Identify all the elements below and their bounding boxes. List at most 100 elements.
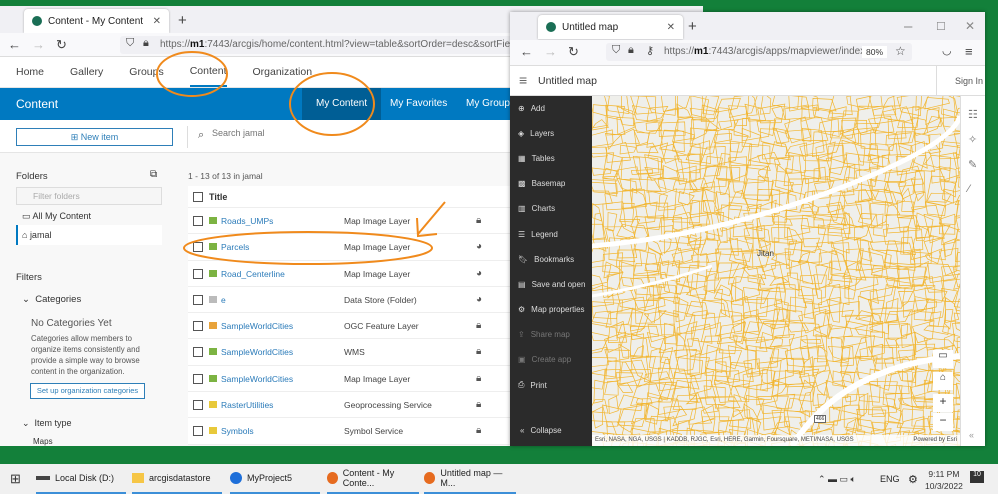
taskbar-myproject5[interactable]: MyProject5: [230, 464, 320, 494]
shield-icon[interactable]: ⛉: [612, 44, 620, 57]
collapse-button[interactable]: « Collapse: [520, 426, 562, 435]
parcel: [645, 96, 676, 116]
parcel: [857, 213, 878, 227]
sign-in-button[interactable]: Sign In: [936, 66, 985, 96]
zoom-out-button[interactable]: −: [933, 413, 953, 431]
home-button[interactable]: ⌂: [933, 372, 953, 390]
sidebar-item-share-map: ⇪ Share map: [518, 330, 570, 339]
parcel: [789, 334, 810, 360]
back-icon[interactable]: ←: [520, 44, 533, 59]
parcel: [771, 226, 795, 244]
parcel: [840, 320, 868, 348]
parcel: [646, 176, 667, 193]
taskbar-arcgisdatastore[interactable]: arcgisdatastore: [132, 464, 222, 494]
screen-toggle-button[interactable]: ▭: [933, 350, 953, 368]
taskbar-label: Untitled map — M...: [440, 468, 503, 488]
hamburger-icon[interactable]: ≡: [519, 72, 527, 88]
parcel: [817, 344, 828, 363]
styles-icon[interactable]: ✎: [968, 158, 977, 171]
parcel: [728, 190, 751, 212]
parcel: [602, 152, 623, 178]
sidebar-item-map-properties[interactable]: ⚙ Map properties: [518, 305, 585, 314]
time: 9:11 PM: [928, 469, 960, 479]
basemap-icon: ▩: [518, 179, 526, 189]
configure-popup-icon[interactable]: ⁄: [968, 183, 970, 195]
parcel: [811, 283, 842, 310]
parcel: [911, 260, 929, 287]
sidebar-item-bookmarks[interactable]: 🔖︎ Bookmarks: [518, 255, 574, 264]
taskbar-local-disk[interactable]: Local Disk (D:): [36, 464, 126, 494]
parcel: [812, 370, 831, 397]
parcel: [799, 339, 822, 344]
parcel: [759, 96, 772, 115]
sidebar-item-basemap[interactable]: ▩ Basemap: [518, 179, 565, 188]
url-host: m1: [694, 46, 709, 57]
taskbar-label: MyProject5: [247, 473, 293, 483]
annotation-circle-my-content: [289, 72, 375, 136]
taskbar-firefox-map[interactable]: Untitled map — M...: [424, 464, 516, 494]
properties-sliders-icon[interactable]: ☷: [968, 108, 978, 121]
pocket-icon[interactable]: ◡: [942, 44, 952, 57]
drive-icon: [36, 476, 50, 480]
firefox-icon: [424, 472, 436, 484]
sidebar-item-charts[interactable]: ▥ Charts: [518, 204, 555, 213]
parcel: [715, 248, 745, 274]
map-sidebar: ⊕ Add ◈ Layers ▦ Tables ▩ Basemap ▥ Charts ☰ Legend…: [510, 96, 592, 446]
browser-tab-map[interactable]: Untitled map ✕: [538, 15, 683, 39]
sidebar-item-label: Save and open: [531, 279, 586, 289]
lock-icon[interactable]: 🔒︎: [628, 44, 634, 57]
parcel: [592, 202, 603, 222]
close-window-button[interactable]: ✕: [965, 19, 975, 33]
forward-icon[interactable]: →: [544, 44, 557, 59]
parcel: [713, 379, 742, 403]
parcel: [800, 117, 829, 142]
bookmark-star-icon[interactable]: ☆: [895, 44, 906, 58]
parcel: [898, 165, 925, 187]
parcel: [659, 129, 685, 153]
powered-by-esri[interactable]: Powered by Esri: [913, 437, 957, 443]
effects-sparkle-icon[interactable]: ✧: [968, 133, 977, 146]
menu-icon[interactable]: ≡: [965, 44, 973, 59]
parcel: [630, 356, 656, 382]
tray-icons[interactable]: ⌃ ▬ ▭ 🔈︎: [818, 464, 856, 494]
close-tab-icon[interactable]: ✕: [667, 22, 675, 33]
double-chevron-left-icon: «: [520, 426, 525, 435]
sidebar-item-create-app: ▣ Create app: [518, 355, 571, 364]
parcel: [606, 142, 631, 163]
folder-icon: [132, 473, 144, 483]
settings-gear-icon[interactable]: ⚙: [908, 464, 918, 494]
attribution-text: Esri, NASA, NGA, USGS | KADDB, RJGC, Esr…: [595, 437, 854, 443]
taskbar-firefox-content[interactable]: Content - My Conte...: [327, 464, 419, 494]
sidebar-item-print[interactable]: ⎙ Print: [518, 380, 547, 390]
parcel: [702, 416, 730, 433]
parcel: [728, 128, 749, 153]
expand-panel-icon[interactable]: «: [969, 430, 974, 440]
new-tab-button[interactable]: +: [688, 18, 697, 35]
parcel: [854, 142, 879, 164]
sidebar-item-add[interactable]: ⊕ Add: [518, 104, 545, 113]
maximize-button[interactable]: ☐: [936, 20, 946, 33]
minimize-button[interactable]: –: [904, 18, 912, 35]
windows-start-icon[interactable]: ⊞: [10, 471, 21, 487]
sidebar-item-legend[interactable]: ☰ Legend: [518, 230, 558, 239]
date: 10/3/2022: [925, 481, 963, 491]
parcel: [700, 335, 722, 356]
reload-icon[interactable]: ↻: [568, 44, 579, 60]
key-icon[interactable]: ⚷: [646, 44, 654, 57]
sidebar-item-save-and-open[interactable]: ▤ Save and open: [518, 280, 585, 289]
save-icon: ▤: [518, 279, 526, 289]
zoom-level[interactable]: 80%: [862, 46, 888, 58]
taskbar-label: Content - My Conte...: [342, 468, 395, 488]
sidebar-item-tables[interactable]: ▦ Tables: [518, 154, 555, 163]
notifications-icon[interactable]: 10: [970, 471, 984, 483]
chart-icon: ▥: [518, 204, 526, 214]
print-icon: ⎙: [518, 380, 525, 390]
sidebar-item-layers[interactable]: ◈ Layers: [518, 129, 554, 138]
map-canvas[interactable]: Jitan 466 ▭ ⌂ + − Esri, NASA, NGA, USGS …: [592, 96, 960, 446]
parcel: [688, 406, 713, 425]
parcel: [630, 418, 656, 438]
parcel: [604, 189, 633, 211]
clock[interactable]: 9:11 PM 10/3/2022: [925, 468, 963, 492]
zoom-in-button[interactable]: +: [933, 394, 953, 412]
language-indicator[interactable]: ENG: [880, 464, 900, 494]
